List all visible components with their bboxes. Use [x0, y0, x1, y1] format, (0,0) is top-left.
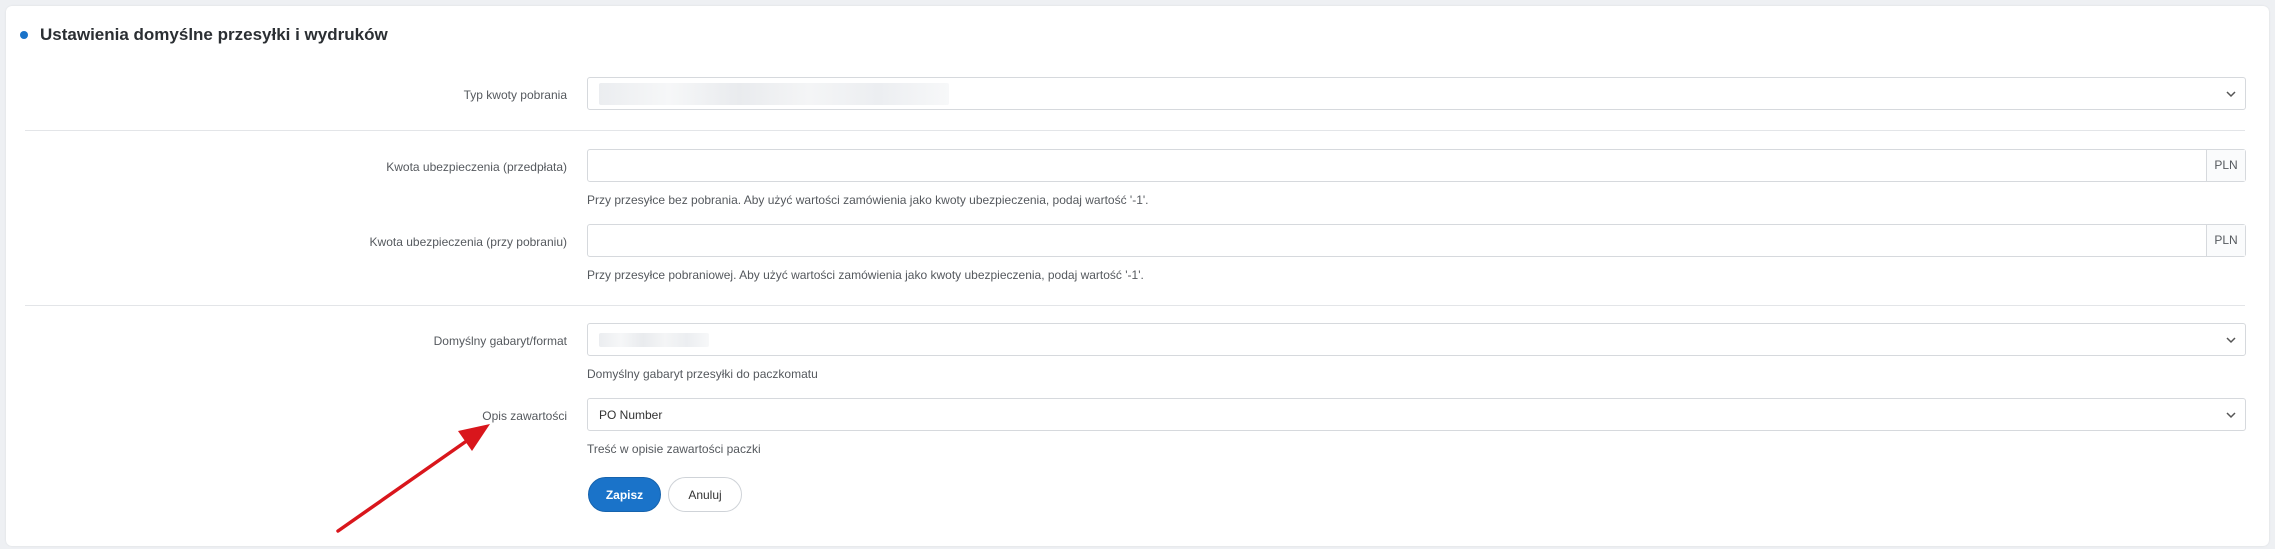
divider	[25, 130, 2245, 131]
section-header: Ustawienia domyślne przesyłki i wydruków	[20, 22, 388, 48]
redacted-value	[599, 333, 709, 347]
cod-type-select[interactable]	[587, 77, 2246, 110]
insurance-prepaid-label: Kwota ubezpieczenia (przedpłata)	[386, 160, 567, 174]
content-description-label: Opis zawartości	[482, 409, 567, 423]
section-title: Ustawienia domyślne przesyłki i wydruków	[40, 25, 388, 44]
insurance-cod-label: Kwota ubezpieczenia (przy pobraniu)	[369, 235, 567, 249]
currency-addon: PLN	[2206, 150, 2245, 181]
insurance-prepaid-input[interactable]: PLN	[587, 149, 2246, 182]
divider	[25, 305, 2245, 306]
insurance-prepaid-help: Przy przesyłce bez pobrania. Aby użyć wa…	[587, 193, 1149, 207]
content-description-value: PO Number	[599, 408, 663, 422]
insurance-cod-input[interactable]: PLN	[587, 224, 2246, 257]
default-size-label: Domyślny gabaryt/format	[433, 334, 567, 348]
insurance-cod-help: Przy przesyłce pobraniowej. Aby użyć war…	[587, 268, 1144, 282]
chevron-down-icon	[2226, 91, 2236, 98]
default-size-help: Domyślny gabaryt przesyłki do paczkomatu	[587, 367, 818, 381]
save-button[interactable]: Zapisz	[588, 477, 661, 512]
content-description-help: Treść w opisie zawartości paczki	[587, 442, 761, 456]
chevron-down-icon	[2226, 337, 2236, 344]
redacted-value	[599, 83, 949, 105]
cod-type-label: Typ kwoty pobrania	[463, 88, 567, 102]
chevron-down-icon	[2226, 412, 2236, 419]
default-size-select[interactable]	[587, 323, 2246, 356]
currency-addon: PLN	[2206, 225, 2245, 256]
cancel-button[interactable]: Anuluj	[668, 477, 742, 512]
content-description-select[interactable]: PO Number	[587, 398, 2246, 431]
dot-icon	[20, 31, 28, 39]
